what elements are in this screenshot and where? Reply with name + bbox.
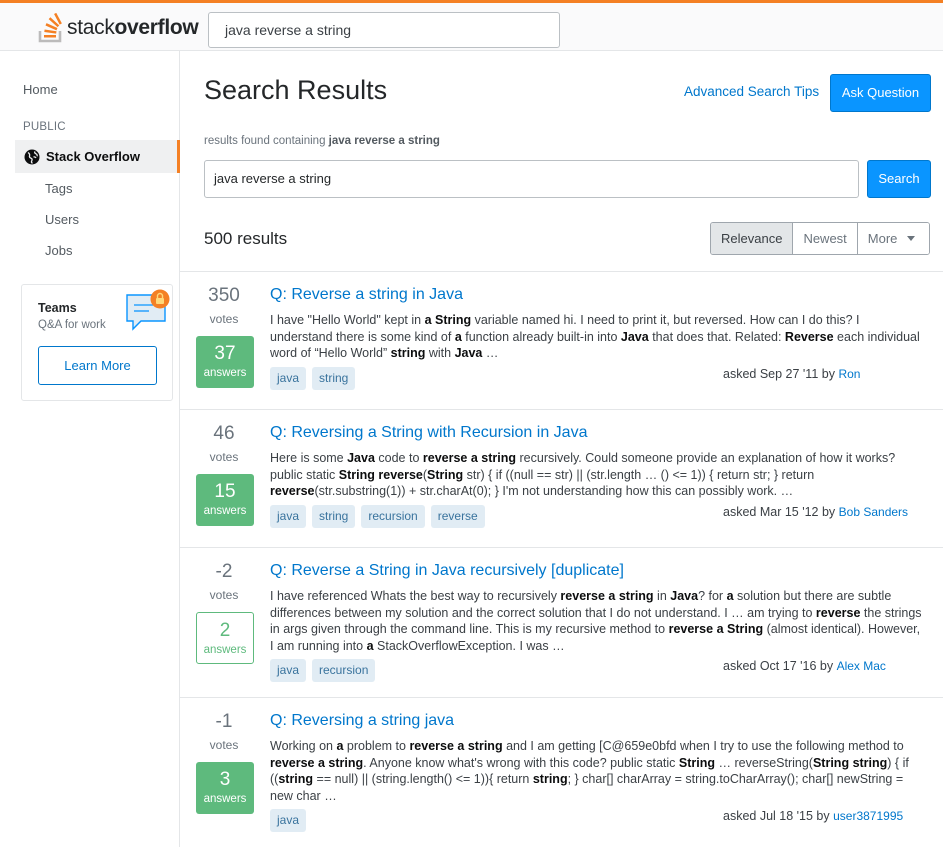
tag-list: java bbox=[270, 809, 307, 832]
learn-more-button[interactable]: Learn More bbox=[38, 346, 157, 385]
search-result: 46 votes 15 answers Q: Reversing a Strin… bbox=[180, 410, 943, 548]
answer-count-badge: 3 answers bbox=[196, 762, 254, 814]
search-input[interactable]: java reverse a string bbox=[204, 160, 859, 198]
globe-icon bbox=[24, 149, 40, 164]
asked-info: asked Sep 27 '11 by Ron bbox=[723, 367, 861, 381]
tag-string[interactable]: string bbox=[312, 367, 356, 390]
stack-logo-icon bbox=[38, 13, 62, 43]
tag-list: java string bbox=[270, 367, 356, 390]
sort-more-button[interactable]: More bbox=[856, 223, 930, 254]
answer-count-badge: 37 answers bbox=[196, 336, 254, 388]
tag-recursion[interactable]: recursion bbox=[361, 505, 425, 528]
tag-list: java string recursion reverse bbox=[270, 505, 485, 528]
tag-string[interactable]: string bbox=[312, 505, 356, 528]
teams-chat-lock-icon bbox=[126, 289, 170, 331]
user-link[interactable]: Alex Mac bbox=[837, 659, 886, 673]
answer-count: 3 bbox=[219, 769, 231, 790]
teams-title: Teams bbox=[38, 301, 77, 315]
vote-count: -1 bbox=[215, 711, 233, 732]
question-excerpt: Working on a problem to reverse a string… bbox=[270, 739, 909, 803]
sort-newest-button[interactable]: Newest bbox=[792, 223, 857, 254]
sidebar-item-stack-overflow[interactable]: Stack Overflow bbox=[15, 140, 180, 173]
votes-label: votes bbox=[209, 312, 239, 326]
tag-reverse[interactable]: reverse bbox=[430, 505, 485, 528]
tag-java[interactable]: java bbox=[270, 809, 307, 832]
question-excerpt: I have "Hello World" kept in a String va… bbox=[270, 313, 920, 360]
top-bar: stackoverflow java reverse a string bbox=[0, 0, 943, 51]
answers-label: answers bbox=[203, 505, 247, 517]
answers-label: answers bbox=[203, 793, 247, 805]
answer-count-badge: 2 answers bbox=[196, 612, 254, 664]
sidebar-item-label: Stack Overflow bbox=[46, 149, 140, 164]
vote-count: -2 bbox=[215, 561, 233, 582]
sidebar-item-jobs[interactable]: Jobs bbox=[45, 243, 72, 258]
vote-count: 46 bbox=[213, 423, 235, 444]
asked-info: asked Mar 15 '12 by Bob Sanders bbox=[723, 505, 909, 519]
ask-question-button[interactable]: Ask Question bbox=[830, 74, 931, 112]
logo-text: stackoverflow bbox=[67, 16, 199, 39]
left-sidebar: Home PUBLIC Stack Overflow Tags Users Jo… bbox=[0, 51, 180, 847]
search-button[interactable]: Search bbox=[867, 160, 931, 198]
answers-label: answers bbox=[203, 367, 247, 379]
votes-label: votes bbox=[209, 450, 239, 464]
question-title-link[interactable]: Q: Reversing a String with Recursion in … bbox=[270, 424, 587, 442]
teams-subtitle: Q&A for work bbox=[38, 319, 106, 331]
tag-recursion[interactable]: recursion bbox=[312, 659, 376, 682]
advanced-search-tips-link[interactable]: Advanced Search Tips bbox=[684, 84, 819, 99]
answer-count-badge: 15 answers bbox=[196, 474, 254, 526]
results-found-text: results found containing java reverse a … bbox=[204, 135, 440, 147]
search-result: 350 votes 37 answers Q: Reverse a string… bbox=[180, 272, 943, 410]
question-title-link[interactable]: Q: Reverse a string in Java bbox=[270, 286, 463, 304]
tag-list: java recursion bbox=[270, 659, 376, 682]
stackoverflow-logo[interactable]: stackoverflow bbox=[38, 12, 199, 44]
sidebar-item-users[interactable]: Users bbox=[45, 212, 79, 227]
sidebar-section-public: PUBLIC bbox=[23, 121, 66, 133]
question-title-link[interactable]: Q: Reverse a String in Java recursively … bbox=[270, 562, 624, 580]
tag-java[interactable]: java bbox=[270, 659, 307, 682]
sort-tabs: Relevance Newest More bbox=[710, 222, 931, 255]
tag-java[interactable]: java bbox=[270, 367, 307, 390]
question-excerpt: I have referenced Whats the best way to … bbox=[270, 589, 922, 653]
vote-count: 350 bbox=[208, 285, 240, 306]
answer-count: 37 bbox=[214, 343, 236, 364]
page-title: Search Results bbox=[204, 75, 388, 105]
tag-java[interactable]: java bbox=[270, 505, 307, 528]
asked-info: asked Jul 18 '15 by user3871995 bbox=[723, 809, 904, 823]
votes-label: votes bbox=[209, 738, 239, 752]
user-link[interactable]: Bob Sanders bbox=[839, 505, 908, 519]
question-excerpt: Here is some Java code to reverse a stri… bbox=[270, 451, 896, 498]
asked-info: asked Oct 17 '16 by Alex Mac bbox=[723, 659, 886, 673]
main-content: Search Results Advanced Search Tips Ask … bbox=[180, 51, 943, 847]
user-link[interactable]: user3871995 bbox=[833, 809, 903, 823]
caret-down-icon bbox=[907, 236, 916, 242]
answer-count: 2 bbox=[219, 620, 231, 641]
votes-label: votes bbox=[209, 588, 239, 602]
result-count: 500 results bbox=[204, 229, 288, 248]
teams-promo: Teams Q&A for work Learn More bbox=[21, 284, 173, 401]
answers-label: answers bbox=[203, 644, 247, 656]
sidebar-item-home[interactable]: Home bbox=[23, 82, 58, 97]
user-link[interactable]: Ron bbox=[838, 367, 860, 381]
question-title-link[interactable]: Q: Reversing a string java bbox=[270, 712, 454, 730]
sort-relevance-button[interactable]: Relevance bbox=[711, 223, 793, 254]
search-result: -2 votes 2 answers Q: Reverse a String i… bbox=[180, 548, 943, 698]
top-search-input[interactable]: java reverse a string bbox=[208, 12, 560, 48]
sidebar-item-tags[interactable]: Tags bbox=[45, 181, 72, 196]
search-result: -1 votes 3 answers Q: Reversing a string… bbox=[180, 698, 943, 847]
answer-count: 15 bbox=[214, 481, 236, 502]
